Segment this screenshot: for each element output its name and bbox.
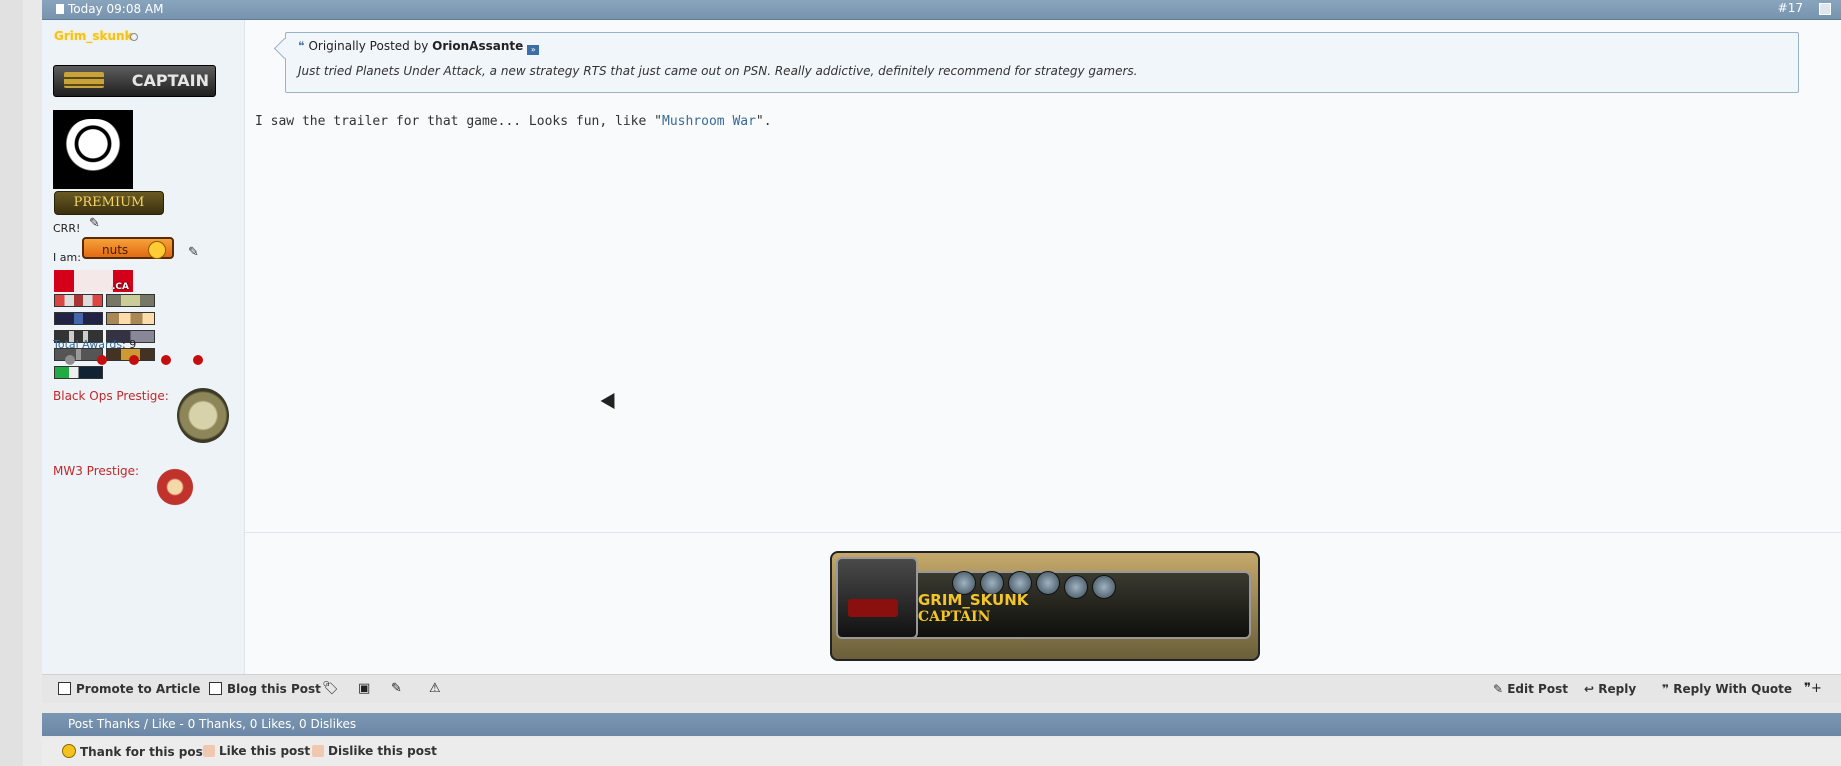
edit-mood-pencil-icon[interactable]: ✎: [188, 246, 200, 259]
quote-text: Just tried Planets Under Attack, a new s…: [298, 64, 1138, 78]
article-icon: [58, 682, 71, 695]
thank-post-button[interactable]: Thank for this post: [62, 744, 209, 759]
black-ops-prestige-emblem: [177, 388, 229, 443]
quote-author: OrionAssante: [432, 39, 524, 53]
quote-icon: ❝: [298, 39, 305, 53]
medal-icon: [1064, 575, 1088, 599]
post-content: [245, 20, 1841, 532]
blog-icon: [209, 682, 222, 695]
post-icon: [56, 4, 64, 14]
total-awards: Total Awards: 9: [53, 338, 137, 351]
reply-with-quote-button[interactable]: ❞ Reply With Quote: [1662, 682, 1792, 696]
signature-thumbnail: [836, 557, 918, 639]
thanks-summary: Post Thanks / Like - 0 Thanks, 0 Likes, …: [68, 717, 357, 731]
post-date: Today 09:08 AM: [56, 2, 163, 16]
post-header: Today 09:08 AM #17: [42, 0, 1841, 20]
mood-badge: nuts: [82, 237, 174, 259]
quote-reply-icon: ❞: [1662, 682, 1674, 696]
mw3-prestige-label: MW3 Prestige:: [53, 464, 140, 478]
quote-block: ❝ Originally Posted by OrionAssante» Just…: [273, 32, 1799, 93]
post-timestamp: Today 09:08 AM: [68, 2, 164, 16]
signature-rank: CAPTAIN: [918, 609, 991, 625]
rank-badge: CAPTAIN: [53, 65, 216, 97]
mood-face-icon: [148, 241, 166, 259]
ip-icon[interactable]: ▣: [358, 681, 370, 696]
reply-button[interactable]: ↩ Reply: [1584, 682, 1636, 696]
post-message: I saw the trailer for that game... Looks…: [255, 114, 772, 129]
edit-title-pencil-icon[interactable]: ✎: [89, 217, 101, 230]
rank-bars-icon: [64, 72, 104, 88]
promote-to-article-button[interactable]: Promote to Article: [58, 682, 200, 696]
smiley-icon: [62, 744, 76, 758]
award-ribbon[interactable]: [54, 312, 103, 325]
pencil-icon: ✎: [1493, 682, 1508, 696]
view-post-icon[interactable]: »: [527, 45, 540, 55]
reputation-dot: [161, 355, 171, 365]
medal-icon: [1036, 571, 1060, 595]
thumbs-down-icon: [312, 745, 324, 757]
post-toolbar: Promote to Article Blog this Post 🏷 ▣ ✎ …: [42, 674, 1841, 703]
select-post-checkbox[interactable]: [1819, 3, 1831, 15]
tag-icon[interactable]: 🏷: [322, 681, 339, 696]
page-left-gutter: [0, 0, 23, 766]
reputation-dot: [193, 355, 203, 365]
canada-flag-icon: .CA: [54, 270, 133, 292]
signature-banner: GRIM_SKUNK CAPTAIN: [830, 551, 1260, 661]
thanks-summary-bar: Post Thanks / Like - 0 Thanks, 0 Likes, …: [42, 713, 1841, 736]
thanks-actions: Thank for this post Like this post Disli…: [42, 738, 1841, 766]
reputation-dot: [129, 355, 139, 365]
report-icon[interactable]: ⚠: [429, 681, 441, 696]
mood-label: I am:: [53, 251, 81, 264]
like-post-button[interactable]: Like this post: [203, 744, 310, 758]
award-ribbon[interactable]: [54, 366, 103, 379]
online-status-icon: [130, 33, 138, 41]
edit-post-button[interactable]: ✎ Edit Post: [1493, 682, 1568, 696]
username-link[interactable]: Grim_skunk: [54, 29, 133, 43]
award-ribbon[interactable]: [106, 294, 155, 307]
thumbs-up-icon: [203, 745, 215, 757]
signature-name: GRIM_SKUNK: [918, 591, 1029, 609]
post-number-link[interactable]: #17: [1778, 1, 1803, 15]
multi-quote-icon[interactable]: ❞+: [1804, 681, 1822, 696]
infraction-icon[interactable]: ✎: [391, 681, 402, 696]
mushroom-war-link[interactable]: Mushroom War: [662, 114, 756, 129]
reputation-dot: [65, 355, 75, 365]
avatar[interactable]: [53, 110, 133, 189]
premium-badge: PREMIUM: [54, 191, 164, 215]
dislike-post-button[interactable]: Dislike this post: [312, 744, 437, 758]
reply-icon: ↩: [1584, 682, 1599, 696]
user-title: CRR!: [53, 222, 81, 235]
medal-icon: [1092, 575, 1116, 599]
award-ribbon[interactable]: [54, 294, 103, 307]
blog-this-post-button[interactable]: Blog this Post: [209, 682, 321, 696]
black-ops-prestige-label: Black Ops Prestige:: [53, 389, 169, 403]
skunk-avatar-image: [64, 118, 122, 181]
total-awards-link[interactable]: Total Awards: [53, 338, 122, 351]
reputation-dot: [97, 355, 107, 365]
quote-header: ❝ Originally Posted by OrionAssante»: [298, 39, 540, 55]
award-ribbon[interactable]: [106, 312, 155, 325]
